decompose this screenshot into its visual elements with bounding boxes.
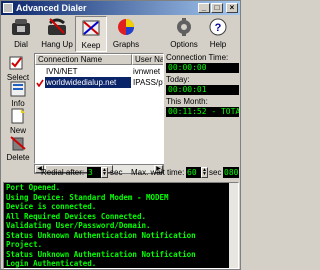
app-window: Advanced Dialer _ □ × Dial Hang Up Keep …	[0, 0, 241, 270]
toolbar: Dial Hang Up Keep Graphs Options ? Help	[1, 16, 240, 52]
window-title: Advanced Dialer	[16, 3, 87, 13]
options-button[interactable]: Options	[166, 16, 202, 52]
log-line: Status Unknown Authentication Notificati…	[6, 230, 196, 240]
title-bar[interactable]: Advanced Dialer _ □ ×	[1, 1, 240, 15]
log-line: All Required Devices Connected.	[6, 211, 146, 221]
redial-spinner[interactable]: ▲ ▼	[101, 167, 108, 178]
svg-text:?: ?	[215, 22, 222, 34]
help-label: Help	[209, 40, 227, 49]
close-button[interactable]: ×	[226, 3, 238, 13]
checkmark-icon	[36, 79, 44, 87]
status-log[interactable]: Port Opened. Using Device: Standard Modem…	[3, 182, 239, 269]
max-wait-label: Max. wait time:	[131, 168, 185, 177]
keep-button[interactable]: Keep	[75, 16, 107, 52]
log-line: Device is connected.	[6, 202, 97, 211]
select-icon	[9, 56, 23, 70]
new-icon	[11, 108, 25, 124]
select-button[interactable]: Select	[3, 55, 33, 82]
log-line: Login Authenticated.	[6, 259, 97, 268]
dial-icon	[12, 19, 30, 35]
redial-input[interactable]: 3	[87, 167, 101, 178]
hangup-button[interactable]: Hang Up	[39, 16, 75, 52]
log-line: Connected.	[4, 269, 238, 270]
help-button[interactable]: ? Help	[203, 16, 233, 52]
max-wait-unit: sec	[209, 168, 222, 177]
log-scrollbar[interactable]	[229, 183, 238, 268]
column-header-user-name[interactable]: User Name	[132, 54, 163, 65]
delete-button[interactable]: Delete	[3, 135, 33, 162]
delete-label: Delete	[6, 153, 30, 162]
keep-label: Keep	[81, 41, 101, 50]
graphs-button[interactable]: Graphs	[108, 16, 144, 52]
help-icon: ?	[209, 18, 227, 36]
app-icon	[3, 3, 13, 13]
graphs-label: Graphs	[112, 40, 140, 49]
connection-name: IVN/NET	[46, 67, 78, 76]
hangup-label: Hang Up	[41, 40, 73, 49]
keep-icon	[82, 20, 100, 36]
connection-time-value: 00:00:00	[166, 63, 239, 73]
dial-label: Dial	[14, 40, 28, 49]
user-name: IPASS/py	[133, 78, 163, 87]
sidebar: Select Info New Delete	[3, 53, 33, 165]
table-row[interactable]: IVN/NET ivnwnet	[35, 66, 163, 77]
column-header-connection-name[interactable]: Connection Name	[35, 54, 132, 65]
delete-icon	[10, 136, 26, 151]
minimize-button[interactable]: _	[198, 3, 210, 13]
connection-name: worldwidedialup.net	[45, 77, 131, 88]
log-line: Validating User/Password/Domain.	[6, 221, 151, 230]
timer-counter: 080	[223, 167, 239, 178]
new-button[interactable]: New	[3, 108, 33, 135]
max-wait-input[interactable]: 60	[186, 167, 201, 178]
maximize-button[interactable]: □	[211, 3, 223, 13]
max-wait-spinner[interactable]: ▲ ▼	[201, 167, 208, 178]
info-icon	[10, 81, 26, 97]
user-name: ivnwnet	[133, 67, 161, 76]
hangup-icon	[48, 18, 66, 35]
dial-button[interactable]: Dial	[3, 16, 39, 52]
today-value: 00:00:01	[166, 85, 239, 95]
redial-label: Redial after:	[41, 168, 85, 177]
redial-unit: sec	[110, 168, 123, 177]
new-label: New	[9, 126, 26, 135]
dial-settings-bar: Redial after: 3 ▲ ▼ sec Max. wait time: 6…	[1, 166, 240, 180]
graphs-icon	[118, 19, 134, 35]
log-line: Status Unknown Authentication Notificati…	[6, 249, 196, 259]
connection-time-label: Connection Time:	[166, 53, 229, 62]
info-label: Info	[11, 99, 25, 108]
this-month-label: This Month:	[166, 97, 208, 106]
connection-list[interactable]: Connection Name User Name IVN/NET ivnwne…	[34, 53, 164, 164]
info-button[interactable]: Info	[3, 81, 33, 108]
log-line: Project.	[6, 240, 43, 249]
options-label: Options	[170, 40, 198, 49]
log-lines: Port Opened. Using Device: Standard Modem…	[4, 183, 238, 270]
this-month-value: 00:11:52 - TOTAL	[166, 107, 239, 117]
table-row[interactable]: worldwidedialup.net IPASS/py	[35, 77, 163, 88]
options-icon	[177, 18, 191, 36]
log-line: Using Device: Standard Modem - MODEM	[6, 192, 169, 202]
today-label: Today:	[166, 75, 190, 84]
log-line: Port Opened.	[6, 183, 61, 192]
